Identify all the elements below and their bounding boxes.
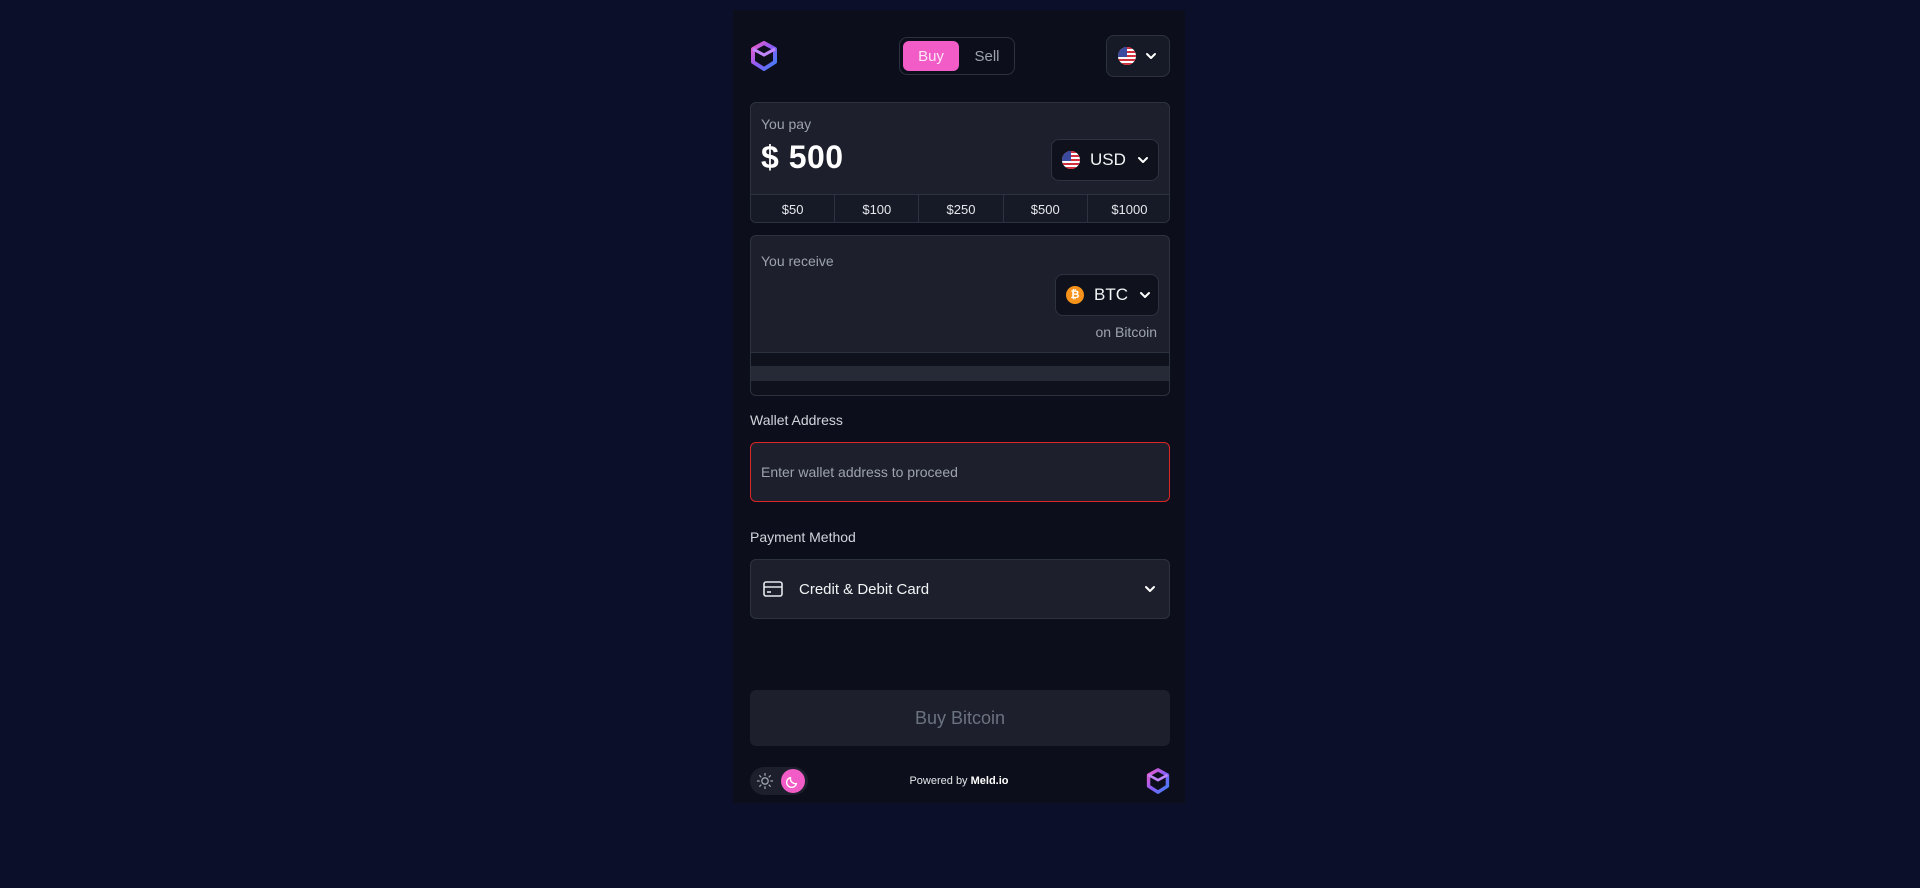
amount-presets: $50 $100 $250 $500 $1000 — [751, 194, 1169, 222]
coin-selector[interactable]: ₿ BTC — [1055, 274, 1159, 316]
meld-logo-icon — [751, 41, 777, 71]
currency-code: USD — [1090, 150, 1126, 169]
onramp-widget: Buy Sell You pay $ 500 USD $50 $100 $250… — [733, 10, 1185, 803]
country-selector[interactable] — [1106, 35, 1170, 77]
currency-selector[interactable]: USD — [1051, 139, 1159, 181]
preset-amount-button[interactable]: $1000 — [1086, 195, 1169, 222]
us-flag-icon — [1118, 47, 1136, 65]
us-flag-icon — [1062, 151, 1080, 169]
chevron-down-icon — [1146, 53, 1156, 59]
preset-amount-button[interactable]: $500 — [1002, 195, 1087, 222]
preset-amount-button[interactable]: $100 — [834, 195, 918, 222]
credit-card-icon — [763, 581, 783, 597]
meld-logo-icon — [1146, 768, 1170, 794]
powered-by-prefix: Powered by — [909, 775, 968, 787]
receive-card: You receive ₿ BTC on Bitcoin — [750, 235, 1170, 396]
quote-loading-bar — [751, 366, 1169, 381]
powered-by: Powered by Meld.io — [733, 775, 1185, 787]
receive-label: You receive — [761, 253, 834, 269]
buy-tab[interactable]: Buy — [903, 41, 959, 71]
wallet-address-label: Wallet Address — [750, 412, 843, 428]
sell-tab[interactable]: Sell — [961, 41, 1013, 71]
preset-amount-button[interactable]: $50 — [751, 195, 834, 222]
quote-footer — [751, 352, 1169, 395]
buy-sell-toggle: Buy Sell — [899, 37, 1015, 75]
buy-bitcoin-button[interactable]: Buy Bitcoin — [750, 690, 1170, 746]
pay-label: You pay — [761, 116, 812, 132]
pay-amount-value: 500 — [788, 139, 844, 175]
bitcoin-icon: ₿ — [1066, 286, 1084, 304]
coin-code: BTC — [1094, 285, 1128, 304]
currency-symbol: $ — [761, 139, 780, 175]
payment-method-value: Credit & Debit Card — [799, 580, 930, 598]
preset-amount-button[interactable]: $250 — [918, 195, 1002, 222]
network-label: on Bitcoin — [1095, 324, 1157, 340]
payment-method-select[interactable]: Credit & Debit Card — [750, 559, 1170, 619]
wallet-address-input[interactable] — [750, 442, 1170, 502]
pay-card: You pay $ 500 USD $50 $100 $250 $500 $10… — [750, 102, 1170, 223]
chevron-down-icon — [1137, 157, 1148, 163]
chevron-down-icon — [1145, 586, 1155, 592]
pay-amount[interactable]: $ 500 — [761, 139, 844, 176]
chevron-down-icon — [1140, 292, 1150, 298]
payment-method-label: Payment Method — [750, 529, 856, 545]
powered-by-brand[interactable]: Meld.io — [971, 775, 1009, 787]
